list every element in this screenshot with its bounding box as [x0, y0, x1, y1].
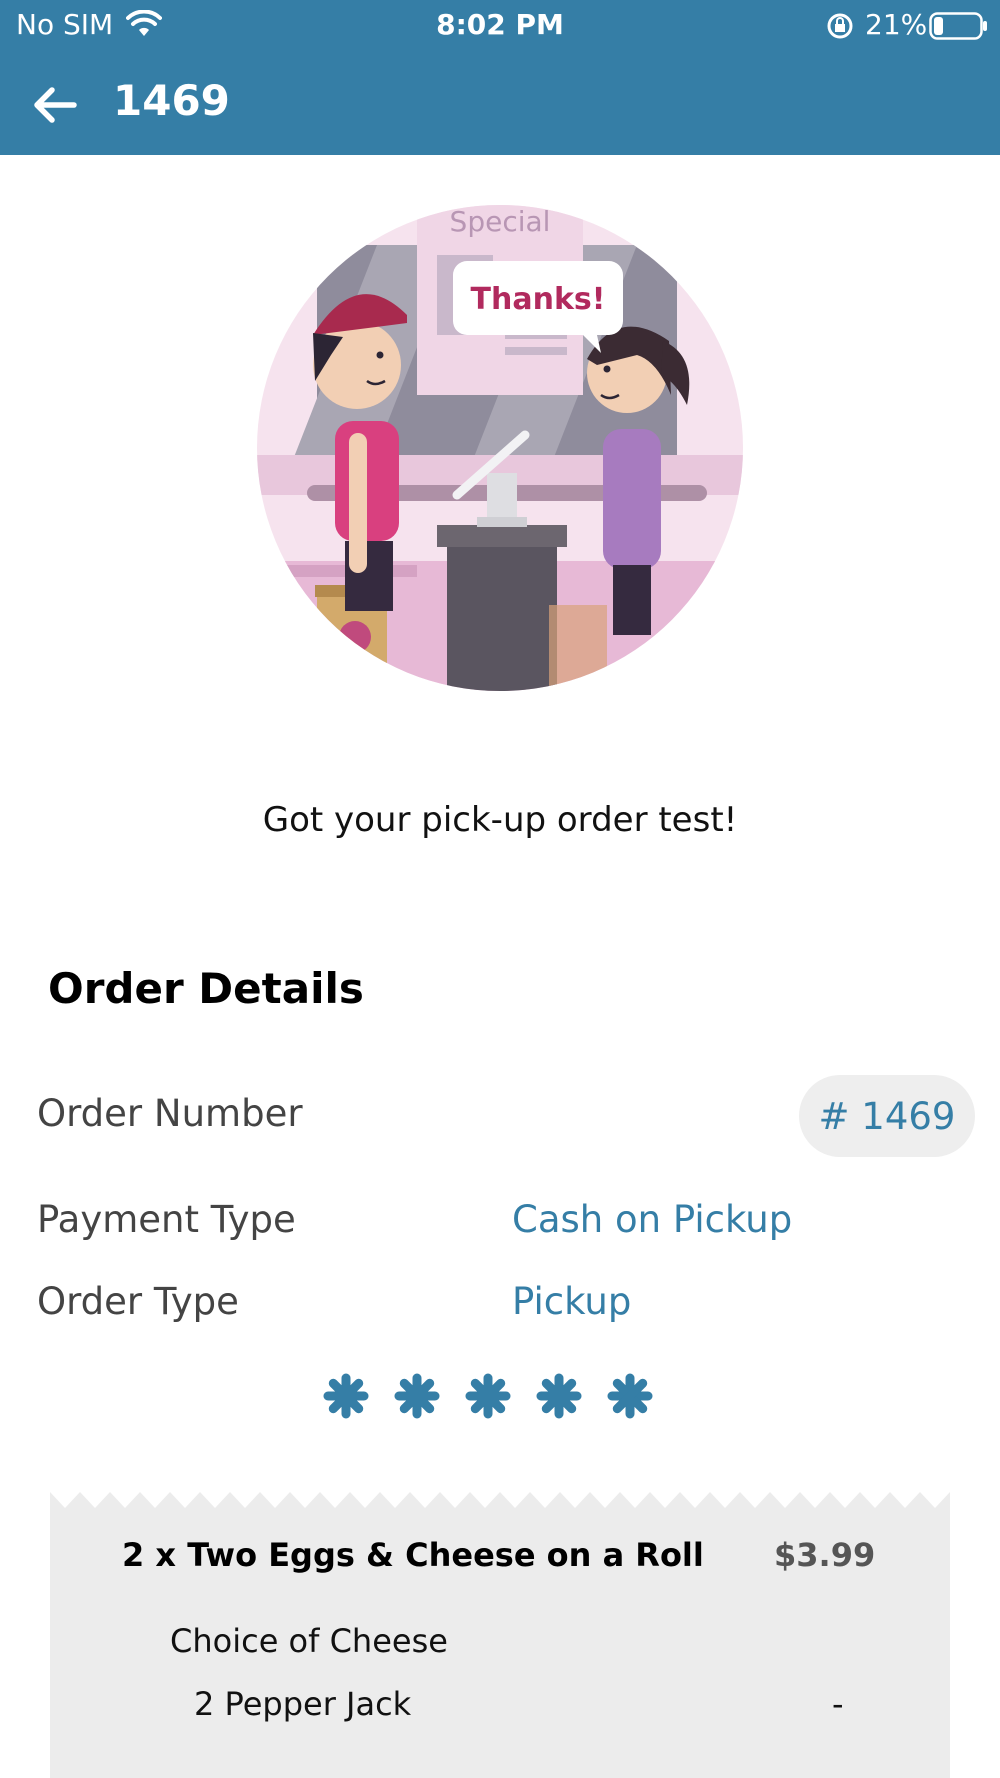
payment-type-label: Payment Type — [37, 1198, 296, 1241]
confirmation-message: Got your pick-up order test! — [262, 800, 738, 840]
battery-icon — [929, 12, 989, 44]
order-type-value: Pickup — [512, 1280, 632, 1323]
order-item-name: 2 x Two Eggs & Cheese on a Roll — [122, 1536, 704, 1574]
order-details-title: Order Details — [48, 964, 364, 1013]
battery-percent: 21% — [865, 8, 928, 41]
asterisk-icon — [318, 1368, 374, 1424]
order-confirmation-illustration: Thanks! Special — [257, 205, 743, 691]
asterisk-icon — [602, 1368, 658, 1424]
receipt-torn-edge — [50, 1492, 950, 1510]
modifier-option: 2 Pepper Jack — [194, 1685, 412, 1723]
orientation-lock-icon — [826, 12, 854, 44]
asterisk-icon — [531, 1368, 587, 1424]
status-bar: No SIM 8:02 PM 21% — [0, 0, 1000, 50]
page-title: 1469 — [113, 76, 230, 125]
order-item-price: $3.99 — [774, 1536, 876, 1574]
asterisk-divider — [318, 1368, 658, 1424]
order-number-label: Order Number — [37, 1092, 303, 1135]
order-type-label: Order Type — [37, 1280, 239, 1323]
speech-bubble-text: Thanks! — [471, 282, 606, 317]
asterisk-icon — [389, 1368, 445, 1424]
payment-type-value: Cash on Pickup — [512, 1198, 793, 1241]
arrow-left-icon[interactable] — [30, 80, 80, 130]
app-bar: 1469 — [0, 50, 1000, 155]
order-number-badge: # 1469 — [799, 1075, 975, 1157]
asterisk-icon — [460, 1368, 516, 1424]
sign-text: Special — [450, 205, 551, 238]
modifier-group-label: Choice of Cheese — [170, 1622, 448, 1660]
modifier-price: - — [832, 1685, 844, 1723]
